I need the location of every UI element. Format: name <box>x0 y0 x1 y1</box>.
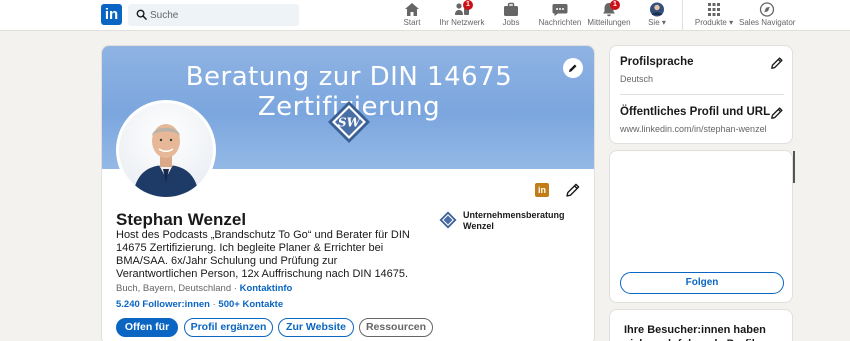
company-name: Unternehmensberatung Wenzel <box>463 210 565 231</box>
nav-me[interactable]: Sie ▾ <box>644 2 670 30</box>
company-logo-diamond: SW <box>328 101 370 143</box>
profile-location-line: Buch, Bayern, Deutschland · Kontaktinfo <box>116 283 292 294</box>
visitors-also-viewed-card: Ihre Besucher:innen haben sich auch folg… <box>609 309 793 341</box>
chevron-down-icon: ▾ <box>729 18 734 27</box>
edit-url-pencil-icon[interactable] <box>770 106 784 120</box>
search-box[interactable] <box>128 4 299 26</box>
profile-language-value: Deutsch <box>620 74 654 84</box>
nav-home[interactable]: Start <box>398 2 426 30</box>
nav-sales-navigator-label: Sales Navigator <box>739 18 796 27</box>
nav-jobs[interactable]: Jobs <box>498 2 524 30</box>
nav-messaging-label: Nachrichten <box>538 18 582 27</box>
separator-dot: · <box>233 283 237 294</box>
divider <box>620 94 784 95</box>
nav-products-text: Produkte <box>694 18 727 27</box>
nav-messaging[interactable]: Nachrichten <box>537 2 583 30</box>
public-profile-url: www.linkedin.com/in/stephan-wenzel <box>620 124 767 134</box>
nav-products-label: Produkte ▾ <box>693 18 735 27</box>
edit-language-pencil-icon[interactable] <box>770 56 784 70</box>
visit-website-button[interactable]: Zur Website <box>278 318 354 337</box>
network-icon-wrap: 1 <box>454 0 473 17</box>
nav-me-label: Sie ▾ <box>644 18 670 27</box>
open-to-button[interactable]: Offen für <box>116 318 178 337</box>
notifications-badge: 1 <box>610 0 620 10</box>
compass-icon <box>759 2 775 17</box>
resources-button[interactable]: Ressourcen <box>359 318 433 337</box>
visitors-title: Ihre Besucher:innen haben sich auch folg… <box>624 324 766 341</box>
company-logo-icon <box>439 211 457 229</box>
nav-jobs-label: Jobs <box>502 18 520 27</box>
briefcase-icon <box>504 2 518 16</box>
nav-network[interactable]: 1 Ihr Netzwerk <box>438 0 486 30</box>
nav-me-text: Sie <box>648 18 660 27</box>
current-company[interactable]: Unternehmensberatung Wenzel <box>439 210 589 240</box>
ad-edge-decoration <box>793 151 795 183</box>
top-navigation: in Start 1 Ihr Netzwerk Jobs <box>0 0 850 31</box>
separator-dot: · <box>212 299 216 310</box>
profile-language-title: Profilsprache <box>620 56 694 68</box>
nav-products[interactable]: Produkte ▾ <box>693 2 735 30</box>
profile-settings-card: Profilsprache Deutsch Öffentliches Profi… <box>609 45 793 144</box>
chevron-down-icon: ▾ <box>661 18 666 27</box>
nav-home-label: Start <box>403 18 421 27</box>
edit-pencil-icon[interactable] <box>565 182 581 198</box>
nav-network-label: Ihr Netzwerk <box>439 18 485 27</box>
followers-link[interactable]: 5.240 Follower:innen <box>116 299 210 310</box>
premium-badge-icon[interactable]: in <box>535 183 549 197</box>
public-profile-title: Öffentliches Profil und URL <box>620 106 771 118</box>
profile-headline: Host des Podcasts „Brandschutz To Go“ un… <box>116 229 410 280</box>
person-portrait <box>119 103 213 197</box>
nav-sales-navigator[interactable]: Sales Navigator <box>739 2 795 30</box>
connections-link[interactable]: 500+ Kontakte <box>218 299 283 310</box>
ad-card: Folgen <box>609 150 795 303</box>
contact-info-link[interactable]: Kontaktinfo <box>240 283 293 294</box>
profile-location: Buch, Bayern, Deutschland <box>116 283 232 294</box>
banner-logo-text: SW <box>338 116 362 130</box>
nav-notifications-label: Mitteilungen <box>587 18 631 27</box>
message-icon <box>552 4 568 16</box>
profile-card: Beratung zur DIN 14675 Zertifizierung SW <box>101 45 595 341</box>
search-icon <box>136 9 147 20</box>
edit-banner-button[interactable] <box>563 58 583 78</box>
add-profile-section-button[interactable]: Profil ergänzen <box>184 318 273 337</box>
profile-name: Stephan Wenzel <box>116 210 247 229</box>
profile-avatar-icon <box>650 2 664 17</box>
grid-icon <box>708 3 720 16</box>
linkedin-logo[interactable]: in <box>101 4 122 25</box>
follow-button[interactable]: Folgen <box>620 272 784 294</box>
pencil-icon <box>569 64 577 72</box>
profile-photo[interactable] <box>116 100 216 200</box>
home-icon <box>405 3 419 16</box>
profile-stats: 5.240 Follower:innen · 500+ Kontakte <box>116 299 283 310</box>
search-input[interactable] <box>150 4 295 26</box>
nav-divider <box>682 0 683 31</box>
notifications-icon-wrap: 1 <box>601 0 620 17</box>
nav-notifications[interactable]: 1 Mitteilungen <box>586 0 632 30</box>
network-badge: 1 <box>463 0 473 10</box>
